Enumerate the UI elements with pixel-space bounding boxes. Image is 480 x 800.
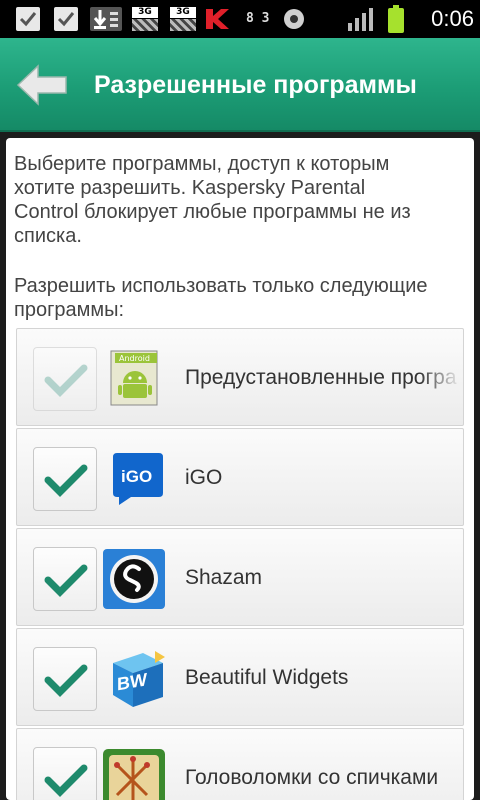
record-icon (284, 9, 304, 29)
back-button[interactable] (14, 62, 70, 108)
header-bar: Разрешенные программы (0, 38, 480, 132)
android-app-icon: Android (109, 349, 167, 407)
app-row-shazam[interactable]: Shazam (16, 528, 464, 626)
subheading-text: Разрешить использовать только следующие … (14, 275, 428, 321)
back-arrow-icon (16, 64, 67, 106)
app-row-preinstalled[interactable]: Android Предустановленные програ (16, 328, 464, 426)
indicator-icon: 8 3 (246, 11, 270, 26)
checkmark-icon (44, 664, 88, 697)
checkmark-icon (44, 564, 88, 597)
battery-icon (388, 5, 404, 33)
igo-icon-text: iGO (121, 467, 152, 486)
signal-icon (346, 7, 374, 31)
checkmark-icon (44, 464, 88, 497)
checkbox[interactable] (33, 447, 97, 511)
3g-icon: 3G (170, 7, 196, 31)
download-icon (90, 7, 122, 31)
3g-icon: 3G (132, 7, 158, 31)
network-type-label: 3G (170, 7, 196, 18)
app-label: Shazam (185, 566, 263, 589)
app-row-igo[interactable]: iGO iGO (16, 428, 464, 526)
checkmark-icon (44, 764, 88, 797)
igo-app-icon: iGO (109, 449, 167, 507)
android-icon-text: Android (119, 354, 150, 363)
matches-puzzle-app-icon (103, 749, 165, 800)
page-title: Разрешенные программы (94, 71, 417, 99)
kaspersky-icon (202, 7, 232, 31)
app-label: iGO (185, 466, 223, 489)
shazam-app-icon (103, 549, 165, 609)
app-label: Предустановленные програ (185, 366, 457, 389)
checkmark-icon (44, 364, 88, 397)
checkbox[interactable] (33, 647, 97, 711)
checkbox[interactable] (33, 747, 97, 800)
status-bar: 3G 3G 8 3 0:06 (0, 0, 480, 38)
app-row-beautiful-widgets[interactable]: BW Beautiful Widgets (16, 628, 464, 726)
check-notification-icon (16, 7, 40, 31)
check-notification-icon (54, 7, 78, 31)
checkbox[interactable] (33, 347, 97, 411)
app-label: Головоломки со спичками (185, 766, 439, 789)
app-row-matches-puzzle[interactable]: Головоломки со спичками (16, 728, 464, 800)
description-text: Выберите программы, доступ к которым хот… (14, 153, 411, 247)
checkbox[interactable] (33, 547, 97, 611)
beautiful-widgets-app-icon: BW (103, 649, 167, 707)
app-label: Beautiful Widgets (185, 666, 349, 689)
clock: 0:06 (431, 6, 474, 31)
content-panel: Выберите программы, доступ к которым хот… (6, 138, 474, 800)
network-type-label: 3G (132, 7, 158, 18)
